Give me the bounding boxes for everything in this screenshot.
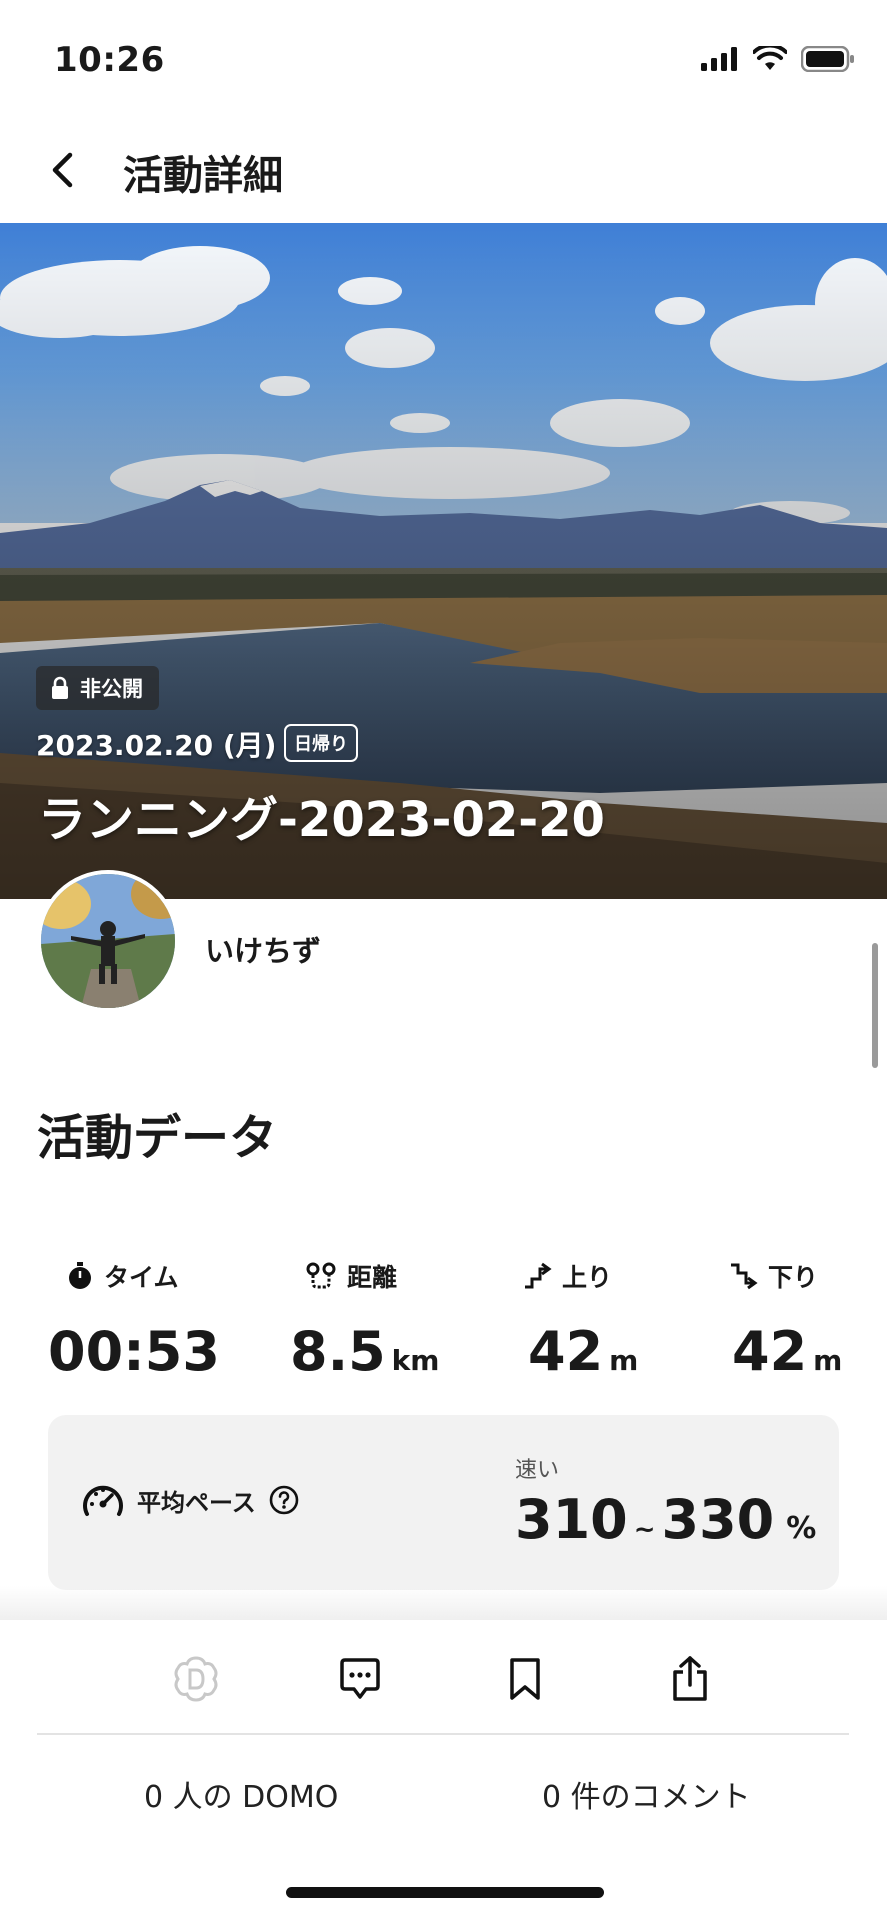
stat-value: 42 [732,1320,808,1383]
pace-label-text: 平均ペース [137,1488,256,1517]
stat-label: 下り [768,1263,819,1292]
stat-unit: m [813,1344,843,1377]
comment-button[interactable] [330,1651,390,1707]
lock-icon [52,676,68,699]
stat-ascent-label: 上り [522,1258,612,1294]
cellular-signal-icon [701,47,737,71]
share-button[interactable] [660,1651,720,1707]
avatar-photo [41,874,175,1008]
stat-distance-value: 8.5 km [290,1320,439,1383]
battery-icon [801,46,854,72]
domo-count[interactable]: 0 人の DOMO [144,1772,338,1816]
bookmark-icon [510,1658,540,1700]
bottom-bar [0,1620,887,1920]
avatar[interactable] [37,870,179,1012]
bookmark-button[interactable] [495,1651,555,1707]
trip-type-badge: 日帰り [284,724,358,762]
stat-unit: m [609,1344,639,1377]
pace-speed-label: 速い [515,1458,560,1483]
activity-name: ランニング-2023-02-20 [38,792,605,848]
stat-time-label: タイム [66,1258,179,1294]
stat-value: 00:53 [48,1320,220,1383]
back-button[interactable] [42,145,82,195]
stopwatch-icon [69,1262,91,1289]
route-pin-icon [306,1262,336,1289]
activity-date: 2023.02.20 (月) [36,729,277,762]
help-icon[interactable] [268,1484,300,1516]
visibility-label: 非公開 [80,677,143,701]
descent-icon [731,1263,758,1290]
stat-descent-label: 下り [728,1258,818,1294]
stat-label: タイム [104,1263,179,1292]
stat-label: 距離 [347,1263,398,1292]
page-title: 活動詳細 [123,153,283,199]
divider [37,1733,849,1735]
stat-value: 42 [528,1320,604,1383]
stat-value: 8.5 [290,1320,386,1383]
home-indicator[interactable] [286,1887,604,1898]
stat-descent-value: 42 m [732,1320,842,1383]
stat-unit: km [391,1344,440,1377]
pace-unit: % [786,1511,817,1546]
status-time: 10:26 [54,40,165,80]
visibility-badge: 非公開 [36,666,159,710]
ascent-icon [525,1262,552,1289]
stat-label: 上り [562,1263,613,1292]
comment-count[interactable]: 0 件のコメント [542,1772,751,1816]
pace-value-low: 310 [515,1488,628,1551]
domo-button[interactable] [166,1651,226,1707]
status-icons [701,46,855,72]
pace-separator: ~ [633,1515,656,1545]
speedometer-icon [83,1485,123,1516]
stat-distance-label: 距離 [305,1258,397,1294]
chevron-left-icon [52,152,73,188]
share-icon [673,1656,707,1701]
user-name[interactable]: いけちず [205,928,321,970]
stat-time-value: 00:53 [48,1320,220,1383]
comment-icon [340,1658,380,1699]
bottom-bar-shadow [0,1586,887,1620]
domo-icon [174,1656,218,1702]
scrollbar[interactable] [872,943,878,1068]
pace-value-high: 330 [661,1488,775,1551]
section-title: 活動データ [37,1110,278,1166]
pace-value: 310 ~330% [515,1488,816,1551]
stat-ascent-value: 42 m [528,1320,638,1383]
pace-label: 平均ペース [81,1480,300,1520]
wifi-icon [753,46,787,70]
